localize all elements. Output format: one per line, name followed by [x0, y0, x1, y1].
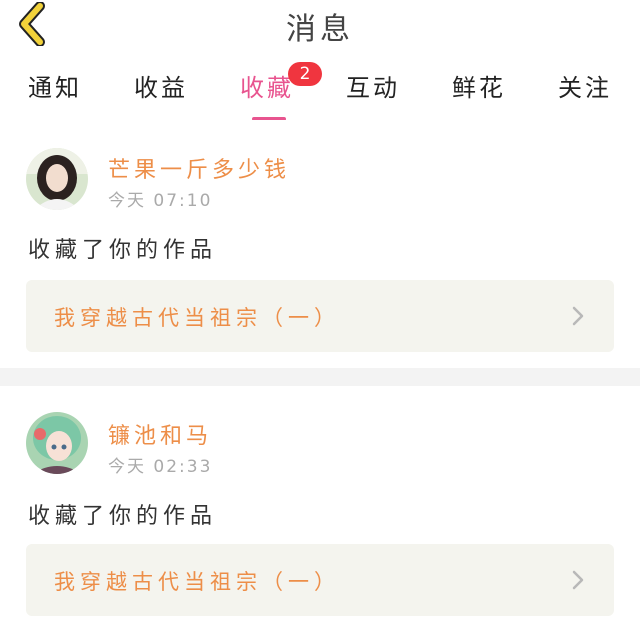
user-avatar[interactable]	[26, 148, 88, 210]
tab-label: 收益	[134, 74, 188, 102]
tab-label: 通知	[28, 74, 82, 102]
message-card: 芒果一斤多少钱 今天 07:10 收藏了你的作品 我穿越古代当祖宗（一）	[0, 120, 640, 368]
tab-bar: 通知 收益 收藏 2 互动 鲜花 关注	[0, 58, 640, 121]
tab-label: 互动	[346, 74, 400, 102]
username-link[interactable]: 芒果一斤多少钱	[108, 152, 290, 184]
tab-label: 关注	[558, 74, 612, 102]
message-timestamp: 今天 07:10	[108, 191, 213, 211]
username-link[interactable]: 镰池和马	[108, 418, 212, 450]
tab-notifications[interactable]: 通知	[28, 68, 82, 116]
tab-following[interactable]: 关注	[558, 68, 612, 116]
tab-label: 鲜花	[452, 74, 506, 102]
work-link[interactable]: 我穿越古代当祖宗（一）	[26, 544, 614, 616]
avatar-image	[26, 412, 88, 474]
work-title: 我穿越古代当祖宗（一）	[54, 306, 340, 330]
message-card: 镰池和马 今天 02:33 收藏了你的作品 我穿越古代当祖宗（一）	[0, 386, 640, 628]
section-divider	[0, 368, 640, 386]
header-bar: 消息	[0, 0, 640, 59]
unread-count-badge: 2	[288, 62, 322, 86]
work-link[interactable]: 我穿越古代当祖宗（一）	[26, 280, 614, 352]
user-avatar[interactable]	[26, 412, 88, 474]
tab-interactions[interactable]: 互动	[346, 68, 400, 116]
tab-favorites[interactable]: 收藏 2	[240, 62, 322, 121]
action-text: 收藏了你的作品	[28, 504, 218, 529]
work-title: 我穿越古代当祖宗（一）	[54, 570, 340, 594]
avatar-image	[26, 148, 88, 210]
page-title: 消息	[286, 12, 354, 47]
tab-earnings[interactable]: 收益	[134, 68, 188, 116]
chevron-right-icon	[572, 306, 584, 326]
action-text: 收藏了你的作品	[28, 238, 218, 263]
chevron-right-icon	[572, 570, 584, 590]
tab-label: 收藏	[240, 74, 294, 102]
tab-flowers[interactable]: 鲜花	[452, 68, 506, 116]
message-timestamp: 今天 02:33	[108, 457, 213, 477]
